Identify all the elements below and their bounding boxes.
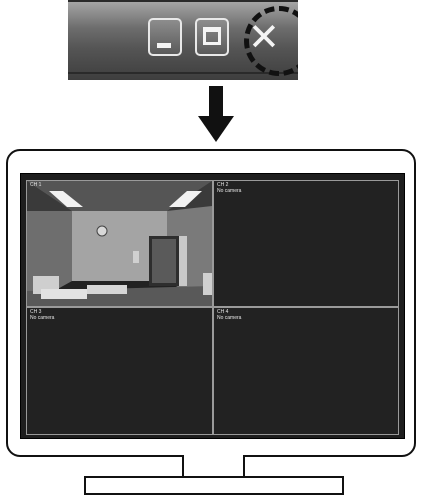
minimize-button[interactable]	[148, 18, 182, 56]
window-controls-zoom: ✕	[68, 0, 298, 80]
channel-2-tile[interactable]: CH 2 No camera	[213, 180, 399, 307]
camera-feed-image	[27, 181, 212, 306]
maximize-button[interactable]	[195, 18, 229, 56]
channel-1-label: CH 1	[30, 182, 42, 188]
titlebar-top-edge	[68, 0, 298, 2]
monitor-stand-neck	[182, 455, 245, 478]
down-arrow-icon	[198, 86, 234, 142]
channel-3-status: No camera	[30, 315, 55, 321]
minimize-icon	[157, 43, 171, 48]
monitor-stand-base	[84, 476, 344, 495]
maximize-icon	[203, 27, 221, 45]
monitor-screen: CH 1 CH 2 No camera CH 3 No camera CH 4 …	[20, 173, 405, 439]
channel-1-tile[interactable]: CH 1	[26, 180, 213, 307]
maximize-highlight-ring	[244, 6, 298, 76]
channel-2-status: No camera	[217, 188, 242, 194]
channel-3-tile[interactable]: CH 3 No camera	[26, 307, 213, 435]
channel-4-status: No camera	[217, 315, 242, 321]
channel-4-tile[interactable]: CH 4 No camera	[213, 307, 399, 435]
